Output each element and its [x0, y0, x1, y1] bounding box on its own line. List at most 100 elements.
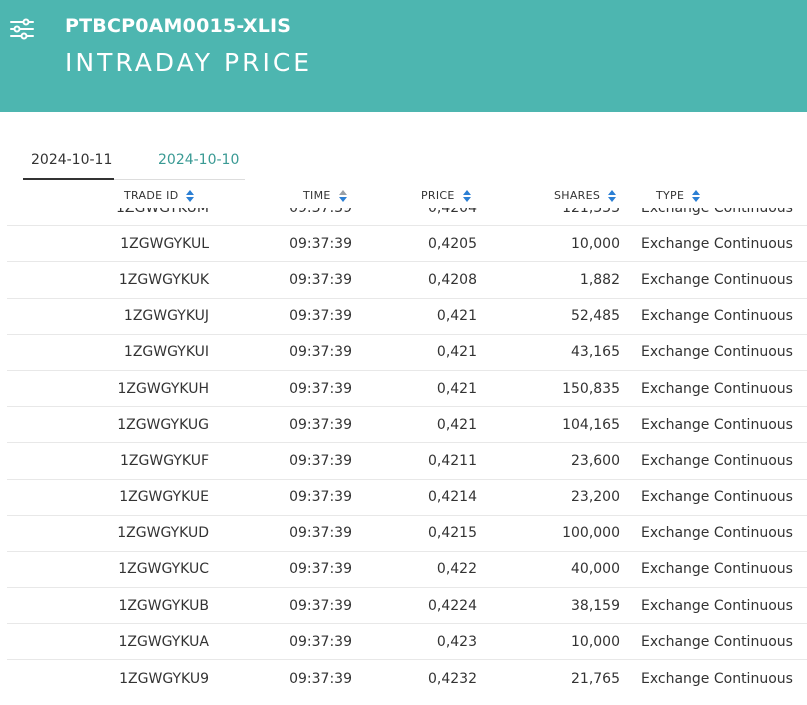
type-cell: Exchange Continuous [641, 633, 793, 650]
time-cell: 09:37:39 [289, 525, 352, 542]
table-row[interactable]: 1ZGWGYKUK 09:37:39 0,4208 1,882 Exchange Con… [7, 262, 807, 299]
shares-cell: 23,600 [571, 452, 620, 469]
trade-id-cell: 1ZGWGYKUM [116, 208, 209, 216]
date-tabs: 2024-10-11 2024-10-10 [23, 140, 245, 180]
sort-icon [338, 189, 347, 202]
type-cell: Exchange Continuous [641, 452, 793, 469]
price-cell: 0,4232 [428, 670, 477, 687]
column-header-time[interactable]: TIME [303, 189, 347, 202]
price-cell: 0,421 [436, 416, 477, 433]
column-label: SHARES [554, 189, 601, 202]
page-title: INTRADAY PRICE [65, 48, 313, 77]
shares-cell: 40,000 [571, 561, 620, 578]
column-label: TYPE [656, 189, 685, 202]
price-cell: 0,4214 [428, 489, 477, 506]
trade-id-cell: 1ZGWGYKUL [120, 235, 209, 252]
table-row[interactable]: 1ZGWGYKUB 09:37:39 0,4224 38,159 Exchange Co… [7, 588, 807, 625]
sort-icon [462, 189, 471, 202]
table-row[interactable]: 1ZGWGYKUM 09:37:39 0,4204 121,333 Exchange C… [7, 208, 807, 227]
table-row[interactable]: 1ZGWGYKUH 09:37:39 0,421 150,835 Exchange Co… [7, 371, 807, 408]
price-cell: 0,4204 [428, 208, 477, 216]
table-header: TRADE ID TIME PRICE SHARES TYPE [0, 186, 807, 208]
page-header: PTBCP0AM0015-XLIS INTRADAY PRICE [0, 0, 807, 112]
type-cell: Exchange Continuous [641, 235, 793, 252]
trade-id-cell: 1ZGWGYKUI [123, 344, 209, 361]
trade-id-cell: 1ZGWGYKUB [118, 597, 209, 614]
table-row[interactable]: 1ZGWGYKUJ 09:37:39 0,421 52,485 Exchange Con… [7, 299, 807, 335]
type-cell: Exchange Continuous [641, 380, 793, 397]
trade-id-cell: 1ZGWGYKUE [119, 489, 209, 506]
price-cell: 0,423 [436, 633, 477, 650]
column-header-price[interactable]: PRICE [421, 189, 471, 202]
price-cell: 0,4215 [428, 525, 477, 542]
type-cell: Exchange Continuous [641, 561, 793, 578]
trade-id-cell: 1ZGWGYKUC [118, 561, 209, 578]
trade-id-cell: 1ZGWGYKUK [118, 271, 209, 288]
shares-cell: 100,000 [562, 525, 620, 542]
price-cell: 0,4211 [428, 452, 477, 469]
tab-date-2[interactable]: 2024-10-10 [158, 152, 239, 168]
time-cell: 09:37:39 [289, 633, 352, 650]
shares-cell: 52,485 [571, 308, 620, 325]
table-row[interactable]: 1ZGWGYKUF 09:37:39 0,4211 23,600 Exchange Co… [7, 443, 807, 480]
time-cell: 09:37:39 [289, 308, 352, 325]
type-cell: Exchange Continuous [641, 597, 793, 614]
type-cell: Exchange Continuous [641, 416, 793, 433]
column-header-type[interactable]: TYPE [656, 189, 701, 202]
time-cell: 09:37:39 [289, 452, 352, 469]
shares-cell: 150,835 [562, 380, 620, 397]
table-row[interactable]: 1ZGWGYKUE 09:37:39 0,4214 23,200 Exchange Co… [7, 480, 807, 516]
sort-icon [186, 189, 195, 202]
trade-id-cell: 1ZGWGYKU9 [119, 670, 209, 687]
tab-date-1[interactable]: 2024-10-11 [31, 152, 112, 168]
type-cell: Exchange Continuous [641, 525, 793, 542]
instrument-symbol: PTBCP0AM0015-XLIS [65, 15, 292, 37]
shares-cell: 23,200 [571, 489, 620, 506]
time-cell: 09:37:39 [289, 271, 352, 288]
table-row[interactable]: 1ZGWGYKUC 09:37:39 0,422 40,000 Exchange Con… [7, 552, 807, 589]
type-cell: Exchange Continuous [641, 670, 793, 687]
time-cell: 09:37:39 [289, 597, 352, 614]
time-cell: 09:37:39 [289, 561, 352, 578]
sliders-icon[interactable] [10, 18, 34, 40]
table-row[interactable]: 1ZGWGYKUI 09:37:39 0,421 43,165 Exchange Con… [7, 335, 807, 371]
type-cell: Exchange Continuous [641, 489, 793, 506]
shares-cell: 121,333 [562, 208, 620, 216]
price-cell: 0,4205 [428, 235, 477, 252]
table-row[interactable]: 1ZGWGYKU9 09:37:39 0,4232 21,765 Exchange Co… [7, 660, 807, 696]
trade-id-cell: 1ZGWGYKUG [117, 416, 209, 433]
table-row[interactable]: 1ZGWGYKUD 09:37:39 0,4215 100,000 Exchange C… [7, 516, 807, 552]
price-cell: 0,421 [436, 380, 477, 397]
time-cell: 09:37:39 [289, 344, 352, 361]
shares-cell: 1,882 [579, 271, 620, 288]
table-row[interactable]: 1ZGWGYKUL 09:37:39 0,4205 10,000 Exchange Co… [7, 226, 807, 263]
trade-id-cell: 1ZGWGYKUJ [123, 308, 209, 325]
sort-icon [608, 189, 617, 202]
type-cell: Exchange Continuous [641, 208, 793, 216]
table-row[interactable]: 1ZGWGYKUG 09:37:39 0,421 104,165 Exchange Co… [7, 407, 807, 444]
table-row[interactable]: 1ZGWGYKUA 09:37:39 0,423 10,000 Exchange Con… [7, 624, 807, 661]
shares-cell: 43,165 [571, 344, 620, 361]
column-label: TIME [303, 189, 331, 202]
type-cell: Exchange Continuous [641, 344, 793, 361]
column-header-shares[interactable]: SHARES [554, 189, 617, 202]
active-tab-indicator [23, 178, 114, 180]
column-label: TRADE ID [124, 189, 179, 202]
time-cell: 09:37:39 [289, 235, 352, 252]
trade-id-cell: 1ZGWGYKUD [117, 525, 209, 542]
column-header-trade-id[interactable]: TRADE ID [124, 189, 195, 202]
trade-id-cell: 1ZGWGYKUF [120, 452, 209, 469]
shares-cell: 104,165 [562, 416, 620, 433]
price-cell: 0,421 [436, 308, 477, 325]
table-body-scroll[interactable]: 1ZGWGYKUM 09:37:39 0,4204 121,333 Exchange C… [0, 208, 807, 705]
price-cell: 0,422 [436, 561, 477, 578]
price-cell: 0,4224 [428, 597, 477, 614]
shares-cell: 10,000 [571, 235, 620, 252]
type-cell: Exchange Continuous [641, 271, 793, 288]
price-cell: 0,421 [436, 344, 477, 361]
table-body: 1ZGWGYKUM 09:37:39 0,4204 121,333 Exchange C… [0, 208, 807, 697]
sort-icon [692, 189, 701, 202]
time-cell: 09:37:39 [289, 670, 352, 687]
type-cell: Exchange Continuous [641, 308, 793, 325]
time-cell: 09:37:39 [289, 489, 352, 506]
